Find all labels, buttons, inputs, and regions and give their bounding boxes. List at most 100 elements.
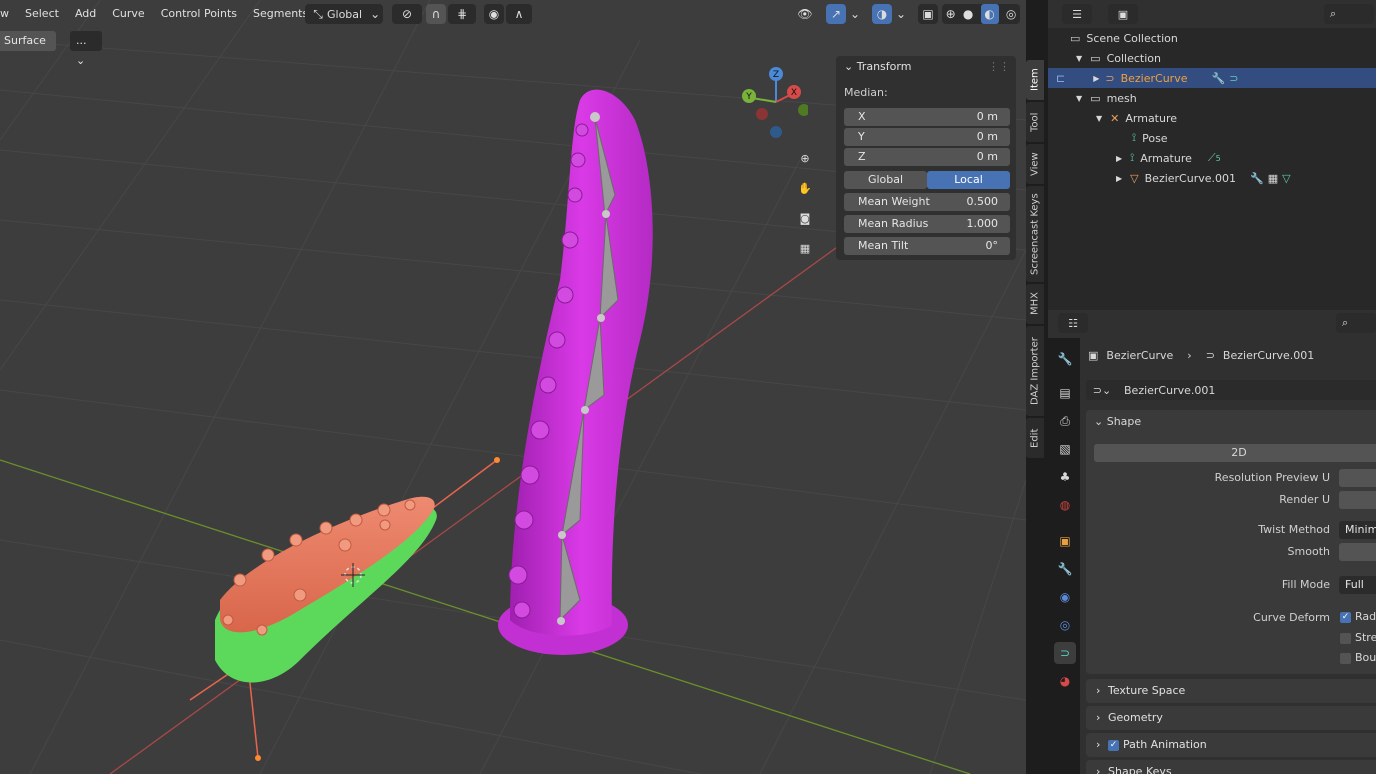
object-tab-icon[interactable]: ▣ (1054, 530, 1076, 552)
outliner-row-pose[interactable]: ⟟ Pose (1048, 128, 1376, 148)
navigation-gizmo[interactable]: Z X Y (738, 62, 808, 142)
curve-browse-icon[interactable]: ⊃⌄ (1086, 384, 1118, 397)
stretch-checkbox[interactable]: Stre (1340, 631, 1376, 644)
mean-radius-field[interactable]: Mean Radius 1.000 (844, 215, 1010, 233)
gizmo-neg-y[interactable] (798, 104, 808, 116)
menu-select[interactable]: Select (17, 0, 67, 28)
mean-weight-field[interactable]: Mean Weight 0.500 (844, 193, 1010, 211)
resolution-preview-u-field[interactable] (1339, 469, 1376, 487)
outliner-row-beziercurve001[interactable]: ▶ ▽ BezierCurve.001 🔧 ▦ ▽ (1048, 168, 1376, 188)
gizmo-dropdown[interactable]: ⌄ (848, 4, 862, 24)
global-toggle[interactable]: Global (844, 171, 927, 189)
solid-shading-icon[interactable]: ● (963, 4, 973, 24)
handle-point[interactable] (494, 457, 500, 463)
tab-edit[interactable]: Edit (1026, 418, 1044, 458)
outliner-row-scene-collection[interactable]: ▭ Scene Collection (1048, 28, 1376, 48)
large-tentacle-object[interactable] (498, 89, 653, 655)
fill-mode-dropdown[interactable]: Full (1339, 576, 1376, 594)
mode-options-dropdown[interactable]: ... ⌄ (70, 31, 102, 67)
tab-view[interactable]: View (1026, 144, 1044, 184)
tab-screencast-keys[interactable]: Screencast Keys (1026, 186, 1044, 282)
material-shading-icon[interactable]: ◐ (980, 4, 999, 24)
transform-header[interactable]: ⌄ Transform ⋮⋮ (836, 56, 1016, 78)
menu-add[interactable]: Add (67, 0, 104, 28)
twist-method-dropdown[interactable]: Minim (1339, 521, 1376, 539)
path-animation-panel[interactable]: › ✓ Path Animation (1086, 733, 1376, 757)
curve-data-icon[interactable]: ⊃ (1229, 72, 1238, 85)
menu-curve[interactable]: Curve (104, 0, 152, 28)
proportional-edit-toggle[interactable]: ◉ (484, 4, 504, 24)
camera-view-button[interactable]: ◙ (792, 205, 818, 231)
menu-control-points[interactable]: Control Points (153, 0, 245, 28)
local-toggle[interactable]: Local (927, 171, 1010, 189)
curve-data-tab-icon[interactable]: ⊃ (1054, 642, 1076, 664)
bone-icon[interactable]: ⟋ (1208, 151, 1216, 165)
wrench-icon[interactable]: 🔧 (1211, 72, 1225, 85)
gizmo-toggle[interactable]: ↗ (826, 4, 846, 24)
wireframe-shading-icon[interactable]: ⊕ (946, 4, 956, 24)
editor-type-dropdown[interactable]: ☷ (1058, 313, 1088, 333)
view-layer-tab-icon[interactable]: ▧ (1054, 438, 1076, 460)
falloff-dropdown[interactable]: ∧ (506, 4, 532, 24)
visibility-dropdown[interactable]: 👁 (790, 4, 820, 24)
overlay-toggle[interactable]: ◑ (872, 4, 892, 24)
path-animation-checkbox[interactable]: ✓ (1108, 739, 1119, 751)
tool-tab-icon[interactable]: 🔧 (1054, 348, 1076, 370)
menu-view[interactable]: w (0, 0, 17, 28)
gizmo-neg-x[interactable] (756, 108, 768, 120)
geometry-panel[interactable]: › Geometry (1086, 706, 1376, 730)
gizmo-neg-z[interactable] (770, 126, 782, 138)
median-x-field[interactable]: X 0 m (844, 108, 1010, 126)
datablock-selector[interactable]: ⊃⌄ BezierCurve.001 (1086, 380, 1376, 400)
outliner-row-armature-data[interactable]: ▶ ⟟ Armature ⟋ 5 (1048, 148, 1376, 168)
world-tab-icon[interactable]: ◍ (1054, 494, 1076, 516)
filter-dropdown[interactable]: ▣ (1108, 4, 1138, 24)
pivot-dropdown[interactable]: ⊘ (392, 4, 422, 24)
render-u-field[interactable] (1339, 491, 1376, 509)
small-tentacle-object[interactable] (215, 496, 437, 683)
perspective-toggle-button[interactable]: ▦ (792, 235, 818, 261)
outliner-row-mesh[interactable]: ▼ ▭ mesh (1048, 88, 1376, 108)
vertex-groups-icon[interactable]: ▦ (1268, 172, 1278, 185)
outliner-row-beziercurve[interactable]: ⊏ ▶ ⊃ BezierCurve 🔧 ⊃ (1048, 68, 1376, 88)
particles-tab-icon[interactable]: ◉ (1054, 586, 1076, 608)
tab-tool[interactable]: Tool (1026, 102, 1044, 142)
median-z-field[interactable]: Z 0 m (844, 148, 1010, 166)
orientation-dropdown[interactable]: ⤡ Global ⌄ (305, 4, 383, 24)
handle-point[interactable] (255, 755, 261, 761)
scene-tab-icon[interactable]: ♣ (1054, 466, 1076, 488)
rendered-shading-icon[interactable]: ◎ (1006, 4, 1016, 24)
zoom-button[interactable]: ⊕ (792, 145, 818, 171)
outliner-row-collection[interactable]: ▼ ▭ Collection (1048, 48, 1376, 68)
snap-target-dropdown[interactable]: ⋕ (448, 4, 476, 24)
smooth-field[interactable] (1339, 543, 1376, 561)
2d-toggle[interactable]: 2D (1094, 444, 1376, 462)
3d-viewport[interactable]: w Select Add Curve Control Points Segmen… (0, 0, 1026, 774)
mean-tilt-field[interactable]: Mean Tilt 0° (844, 237, 1010, 255)
radius-checkbox[interactable]: ✓ Rad (1340, 610, 1376, 623)
tab-item[interactable]: Item (1026, 60, 1044, 100)
display-mode-dropdown[interactable]: ☰ (1062, 4, 1092, 24)
properties-search[interactable]: ⌕ (1336, 313, 1376, 333)
wrench-icon[interactable]: 🔧 (1250, 172, 1264, 185)
bounds-clamp-checkbox[interactable]: Bou (1340, 651, 1376, 664)
outliner-search[interactable]: ⌕ (1324, 4, 1374, 24)
xray-toggle[interactable]: ▣ (918, 4, 938, 24)
surface-mode-chip[interactable]: Surface (0, 31, 56, 51)
drag-handle-icon[interactable]: ⋮⋮ (988, 56, 1010, 78)
tab-daz-importer[interactable]: DAZ Importer (1026, 326, 1044, 416)
texture-space-panel[interactable]: › Texture Space (1086, 679, 1376, 703)
pan-button[interactable]: ✋ (792, 175, 818, 201)
render-tab-icon[interactable]: ▤ (1054, 382, 1076, 404)
median-y-field[interactable]: Y 0 m (844, 128, 1010, 146)
snap-toggle[interactable]: ∩ (426, 4, 446, 24)
tab-mhx[interactable]: MHX (1026, 284, 1044, 324)
physics-tab-icon[interactable]: ◎ (1054, 614, 1076, 636)
shape-keys-panel[interactable]: › Shape Keys (1086, 760, 1376, 774)
material-tab-icon[interactable]: ◕ (1054, 670, 1076, 692)
output-tab-icon[interactable]: ⎙ (1054, 410, 1076, 432)
mesh-data-icon[interactable]: ▽ (1282, 172, 1290, 185)
overlay-dropdown[interactable]: ⌄ (894, 4, 908, 24)
shape-panel-header[interactable]: ⌄ Shape (1094, 410, 1141, 434)
datablock-name[interactable]: BezierCurve.001 (1124, 384, 1215, 397)
